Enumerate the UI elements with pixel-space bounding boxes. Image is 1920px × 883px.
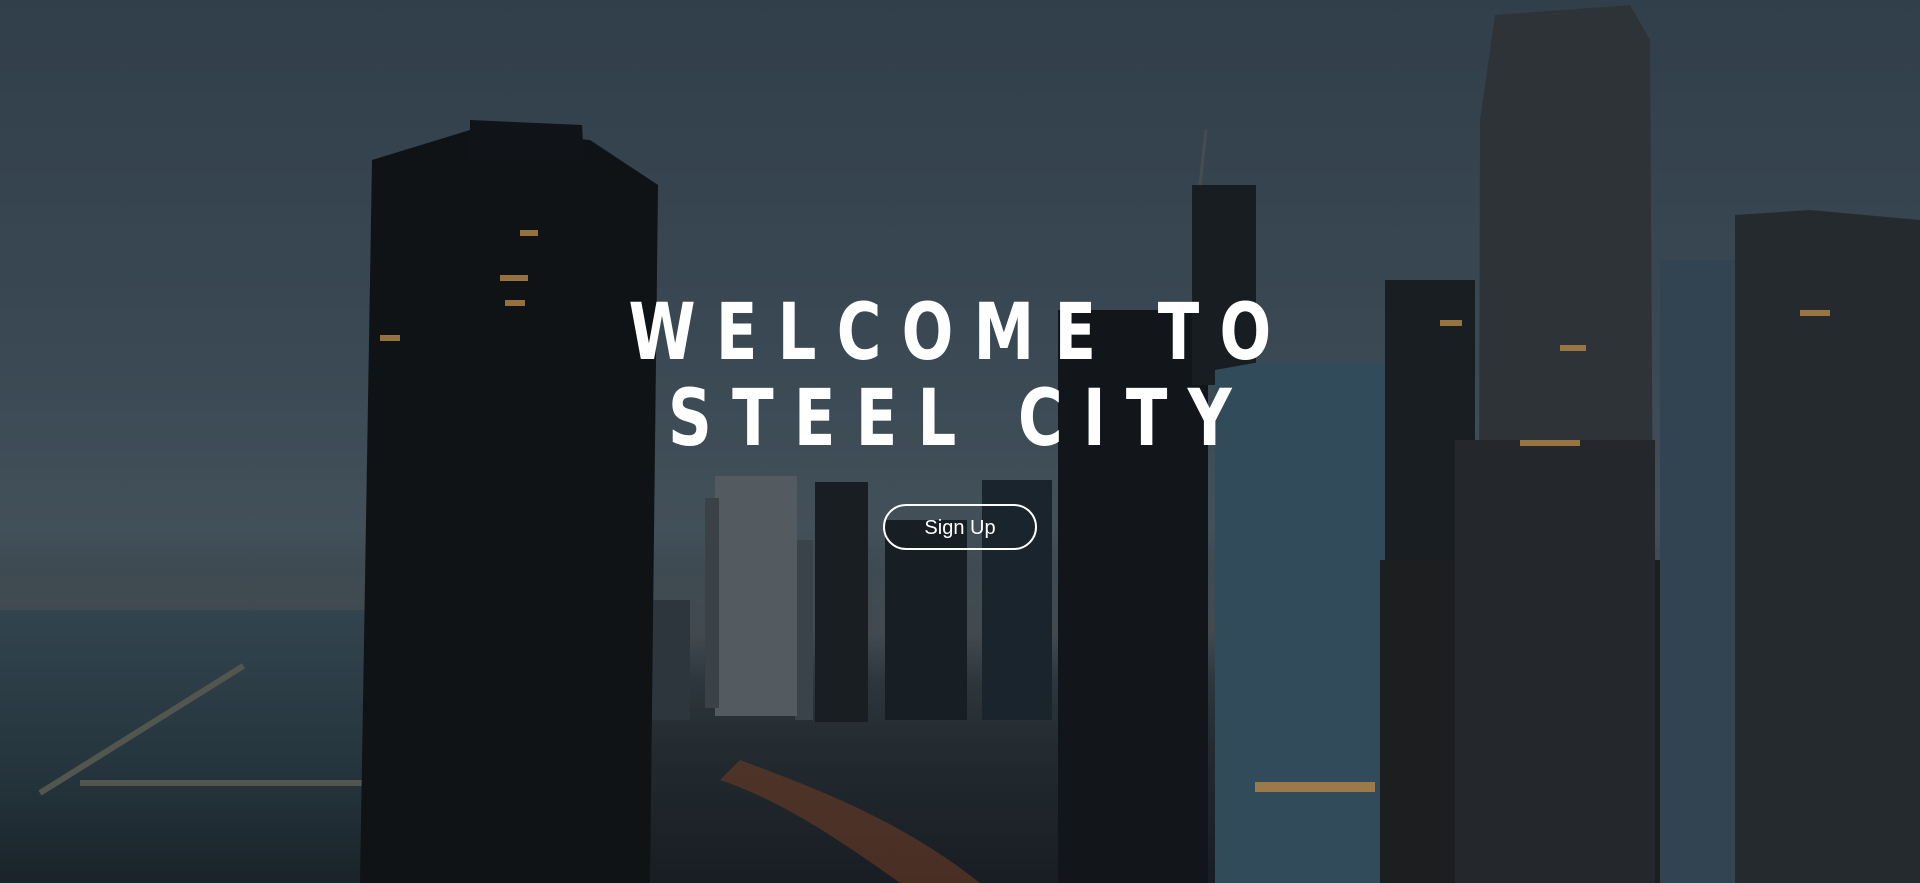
hero-title: WELCOME TO STEEL CITY	[211, 290, 1709, 462]
hero-content: WELCOME TO STEEL CITY Sign Up	[0, 0, 1920, 883]
sign-up-button[interactable]: Sign Up	[883, 504, 1037, 550]
hero-title-line-2: STEEL CITY	[667, 374, 1253, 464]
hero-section: WELCOME TO STEEL CITY Sign Up	[0, 0, 1920, 883]
hero-title-line-1: WELCOME TO	[628, 288, 1292, 378]
